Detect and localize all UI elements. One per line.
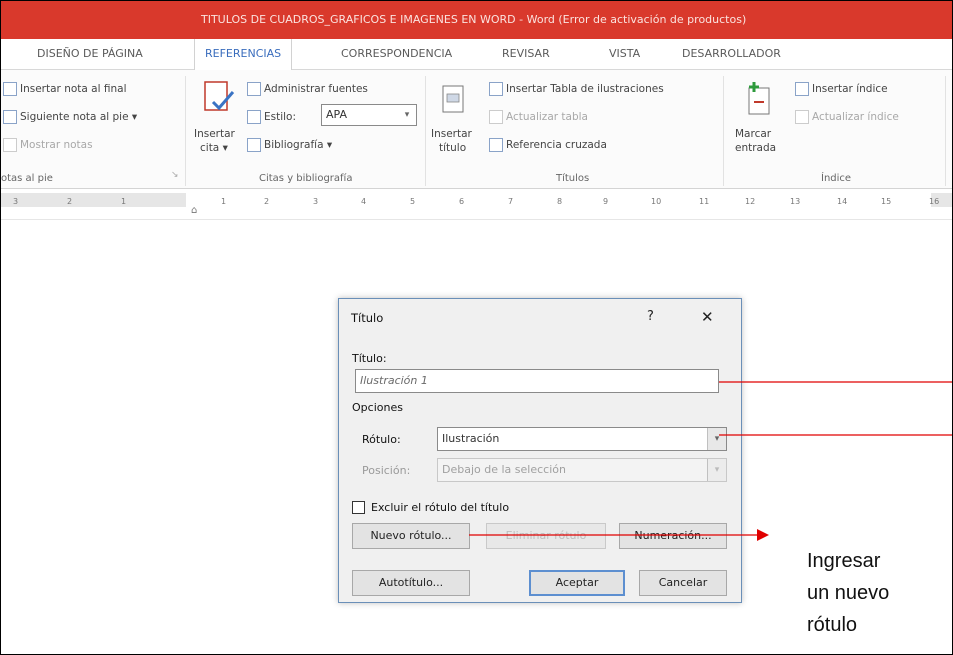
annotation-text: Ingresar un nuevo rótulo [807,545,947,641]
screenshot-frame: TITULOS DE CUADROS_GRAFICOS E IMAGENES E… [0,0,953,655]
arrow-head-icon [757,529,769,541]
annotation-line-3: rótulo [807,614,858,636]
annotation-line-1: Ingresar [807,550,881,572]
annotation-line-2: un nuevo [807,582,890,604]
